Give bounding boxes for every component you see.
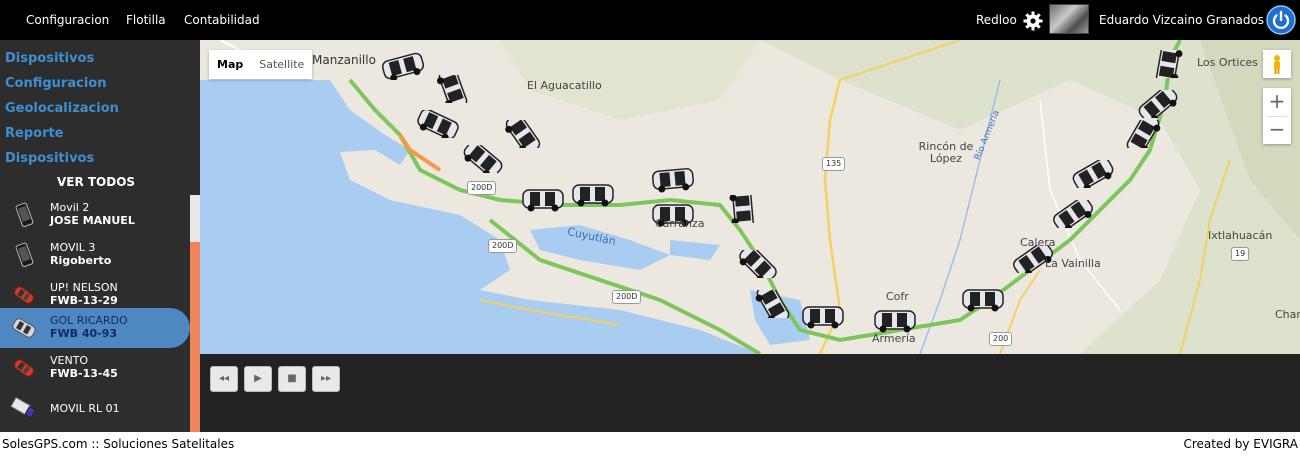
vehicle-marker [960,285,1006,317]
highway-shield: 19 [1231,247,1250,261]
place-label: Ixtlahuacán [1208,229,1273,242]
rewind-button[interactable]: ◂◂ [210,366,238,392]
sidebar: Dispositivos Configuracion Geolocalizaci… [0,40,200,432]
ver-todos-button[interactable]: VER TODOS [0,175,192,189]
highway-shield: 200D [488,239,518,253]
nav-contabilidad[interactable]: Contabilidad [184,0,260,40]
highway-shield: 135 [822,157,846,171]
device-name: MOVIL RL 01 [50,402,120,415]
red-car-icon [10,281,38,309]
place-label: El Aguacatillo [527,79,602,92]
device-name: Movil 2 [50,201,90,214]
vehicle-marker [430,68,476,110]
map-type-map-button[interactable]: Map [209,50,251,79]
vehicle-marker [1120,113,1166,155]
vehicle-marker [415,108,461,142]
power-icon[interactable] [1266,5,1296,35]
stop-button[interactable]: ■ [278,366,306,392]
vehicle-marker [1135,85,1181,123]
map-view[interactable]: Manzanillo El Aguacatillo Los Ortices Ri… [200,40,1300,354]
silver-car-icon [10,314,38,342]
red-car-icon [10,354,38,382]
vehicle-marker [500,114,546,154]
vehicle-marker [750,283,796,325]
map-type-satellite-button[interactable]: Satellite [251,50,312,79]
menu-dispositivos[interactable]: Dispositivos [5,51,94,66]
device-name: UP! NELSON [50,281,118,294]
truck-icon [10,394,38,422]
place-label: Armería [872,332,916,345]
nav-flotilla[interactable]: Flotilla [126,0,166,40]
play-button[interactable]: ▶ [244,366,272,392]
menu-geolocalizacion[interactable]: Geolocalizacion [5,101,119,116]
place-label: Carranza [655,217,705,230]
pegman-icon[interactable] [1263,50,1291,78]
device-item[interactable]: VENTO FWB-13-45 [0,348,190,388]
place-label: Chan [1275,308,1300,321]
place-label: Manzanillo [312,53,376,67]
playback-bar: ◂◂ ▶ ■ ▸▸ [200,354,1300,432]
device-item[interactable]: Movil 2 JOSE MANUEL [0,195,190,235]
company-name: Redloo [976,13,1017,27]
place-label: Rincón de López [918,140,974,165]
device-plate: FWB-13-29 [50,294,118,307]
vehicle-marker [1145,42,1191,86]
user-name[interactable]: Eduardo Vizcaino Granados [1099,0,1264,40]
scrollbar-thumb[interactable] [190,242,200,432]
vehicle-marker [650,165,696,197]
menu-reporte[interactable]: Reporte [5,126,64,141]
vehicle-marker [800,302,846,334]
footer-credit: Created by EVIGRA [1183,437,1298,451]
device-plate: FWB 40-93 [50,327,118,340]
device-plate: Rigoberto [50,254,112,267]
zoom-divider [1267,116,1287,117]
zoom-out-button[interactable]: − [1263,116,1291,144]
vehicle-marker [1050,196,1096,232]
footer-brand: SolesGPS.com :: Soluciones Satelitales [2,437,235,451]
zoom-in-button[interactable]: + [1263,88,1291,116]
vehicle-marker [720,188,766,230]
fast-forward-button[interactable]: ▸▸ [312,366,340,392]
device-name: MOVIL 3 [50,241,96,254]
device-item[interactable]: MOVIL RL 01 [0,388,190,428]
menu-dispositivos-2[interactable]: Dispositivos [5,151,94,166]
nav-configuracion[interactable]: Configuracion [26,0,109,40]
device-name: GOL RICARDO [50,314,128,327]
device-name: VENTO [50,354,89,367]
map-type-control: Map Satellite [209,50,313,79]
gear-icon[interactable] [1022,10,1044,32]
vehicle-marker [1070,157,1116,192]
highway-shield: 200D [467,181,497,195]
zoom-control: + − [1263,88,1291,144]
vehicle-marker [570,180,616,212]
vehicle-marker [380,52,426,84]
place-label: Cofr [886,290,909,303]
device-plate: FWB-13-45 [50,367,118,380]
vehicle-marker [735,245,781,283]
place-label: Calera [1020,236,1056,249]
place-label: La Vainilla [1045,257,1101,270]
avatar[interactable] [1049,4,1089,34]
menu-configuracion[interactable]: Configuracion [5,76,106,91]
device-plate: JOSE MANUEL [50,214,135,227]
highway-shield: 200D [612,290,642,304]
phone-icon [10,241,38,269]
vehicle-marker [520,185,566,217]
device-item[interactable]: MOVIL 3 Rigoberto [0,235,190,275]
footer: SolesGPS.com :: Soluciones Satelitales C… [0,432,1300,457]
place-label: Los Ortices [1197,56,1258,69]
top-navbar: Configuracion Flotilla Contabilidad Redl… [0,0,1300,40]
highway-shield: 200 [989,332,1013,346]
phone-icon [10,201,38,229]
device-item-selected[interactable]: GOL RICARDO FWB 40-93 [0,308,190,348]
